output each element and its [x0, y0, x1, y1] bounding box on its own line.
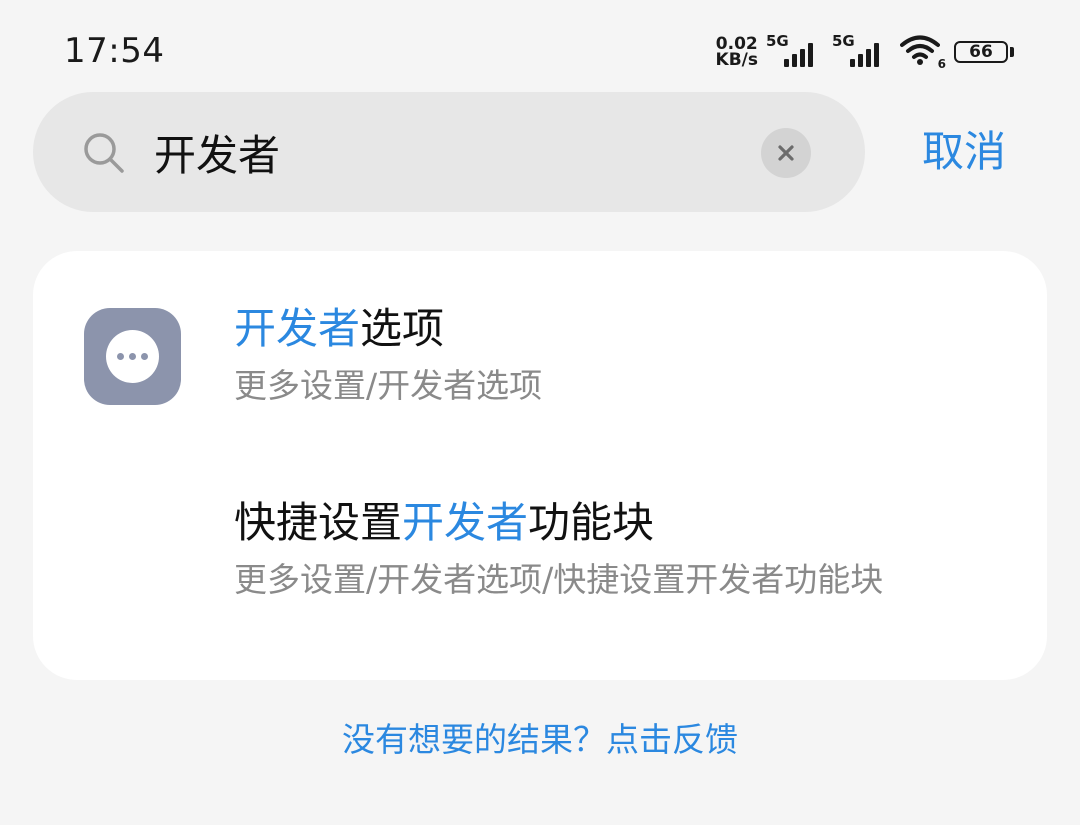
- status-icons: 0.02 KB/s 5G 5G 6 66: [716, 32, 1018, 72]
- result-title: 快捷设置开发者功能块: [234, 495, 654, 551]
- wifi-icon: 6: [900, 34, 946, 70]
- wifi-standard: 6: [937, 57, 946, 71]
- battery-tip: [1010, 47, 1014, 57]
- feedback-link[interactable]: 没有想要的结果？点击反馈: [0, 715, 1080, 765]
- result-title-suffix: 选项: [360, 304, 445, 353]
- result-path: 更多设置/开发者选项/快捷设置开发者功能块: [234, 560, 884, 599]
- sim2-signal-icon: 5G: [832, 34, 890, 70]
- network-speed: 0.02 KB/s: [715, 36, 758, 70]
- result-title-highlight: 开发者: [402, 498, 529, 547]
- result-item-developer-tile[interactable]: 快捷设置开发者功能块 更多设置/开发者选项/快捷设置开发者功能块: [33, 483, 1047, 653]
- result-title-highlight: 开发者: [234, 304, 361, 353]
- result-title-suffix: 功能块: [528, 498, 655, 547]
- cancel-button[interactable]: 取消: [922, 124, 1006, 180]
- search-input[interactable]: [154, 120, 714, 184]
- clear-search-button[interactable]: [761, 128, 811, 178]
- battery-icon: 66: [954, 39, 1018, 65]
- result-title-prefix: 快捷设置: [234, 498, 403, 547]
- result-title: 开发者选项: [234, 301, 444, 357]
- more-dots-icon: [84, 308, 181, 405]
- result-path: 更多设置/开发者选项: [234, 366, 543, 405]
- close-icon: [778, 145, 794, 161]
- battery-level: 66: [954, 41, 1008, 63]
- status-time: 17:54: [64, 31, 165, 71]
- results-card: 开发者选项 更多设置/开发者选项 快捷设置开发者功能块 更多设置/开发者选项/快…: [33, 251, 1047, 680]
- status-bar: 17:54 0.02 KB/s 5G 5G 6 66: [0, 0, 1080, 92]
- result-item-developer-options[interactable]: 开发者选项 更多设置/开发者选项: [33, 291, 1047, 431]
- sim1-signal-icon: 5G: [766, 34, 824, 70]
- search-icon: [84, 133, 124, 173]
- network-speed-unit: KB/s: [715, 50, 758, 70]
